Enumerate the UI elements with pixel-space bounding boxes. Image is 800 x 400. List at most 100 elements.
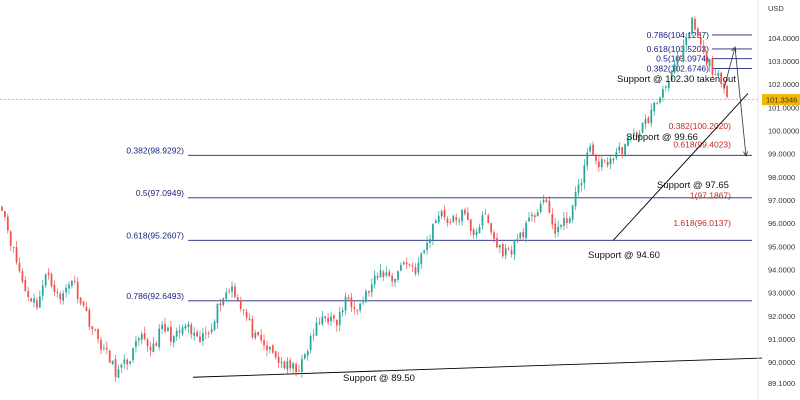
candle-body	[536, 212, 539, 217]
candle-body	[353, 307, 356, 310]
candle-body	[379, 270, 382, 278]
candle-body	[580, 183, 583, 186]
candle-body	[202, 333, 204, 342]
candle-body	[36, 300, 38, 308]
candle-body	[306, 351, 309, 356]
candle-body	[312, 334, 315, 336]
candle-body	[245, 311, 248, 318]
candle-body	[111, 360, 114, 365]
candle-body	[595, 155, 597, 161]
candle-body	[586, 152, 589, 166]
candle-body	[528, 217, 530, 222]
candle-body	[242, 310, 245, 311]
candle-body	[391, 275, 394, 282]
candle-body	[167, 327, 169, 332]
candle-body	[103, 348, 105, 350]
y-tick-label: 94.0000	[768, 266, 795, 275]
candle-body	[589, 146, 592, 152]
candle-body	[41, 285, 44, 296]
candle-body	[149, 346, 152, 351]
candle-body	[496, 238, 498, 248]
candle-body	[676, 57, 679, 65]
candle-body	[50, 274, 53, 287]
y-tick-label: 102.0000	[768, 80, 799, 89]
candle-body	[426, 242, 428, 251]
candle-body	[193, 332, 196, 336]
candle-body	[434, 220, 437, 224]
candle-body	[12, 246, 15, 248]
candle-body	[499, 245, 501, 248]
candle-body	[414, 267, 417, 274]
candle-body	[429, 239, 431, 243]
candle-body	[161, 324, 164, 329]
y-tick-label: 90.0000	[768, 358, 795, 367]
candle-body	[27, 290, 30, 298]
candle-body	[97, 329, 99, 340]
candle-body	[653, 102, 656, 112]
candle-body	[446, 218, 449, 224]
candle-body	[394, 278, 396, 283]
candle-body	[504, 248, 507, 256]
candle-body	[481, 214, 484, 226]
candle-body	[388, 271, 391, 277]
candle-body	[350, 297, 353, 308]
candle-body	[478, 226, 481, 234]
y-tick-label: 91.0000	[768, 335, 795, 344]
candle-body	[362, 302, 364, 304]
candle-body	[187, 324, 190, 328]
last-price-tag: 101.3346	[762, 94, 800, 106]
candle-body	[170, 326, 172, 342]
candle-body	[531, 214, 533, 217]
candle-body	[190, 324, 193, 335]
candle-body	[356, 310, 359, 312]
candle-body	[236, 297, 239, 300]
projection-arrow-path	[734, 47, 747, 157]
support-annotation: Support @ 99.66	[626, 132, 698, 143]
candle-body	[117, 369, 120, 378]
candle-body	[612, 158, 615, 161]
candle-body	[18, 263, 21, 272]
candle-body	[484, 213, 487, 215]
candle-body	[335, 319, 338, 326]
fib-level-label: 0.618(95.2607)	[126, 230, 184, 240]
candle-body	[65, 287, 67, 293]
candle-body	[38, 296, 41, 308]
y-tick-label: 98.0000	[768, 173, 795, 182]
candle-body	[560, 224, 562, 227]
candle-body	[222, 298, 225, 306]
candle-body	[295, 363, 297, 373]
candle-body	[79, 297, 82, 304]
candle-body	[53, 284, 56, 293]
candle-body	[143, 333, 146, 339]
candle-body	[239, 300, 242, 309]
candle-body	[705, 52, 708, 65]
candle-body	[542, 199, 545, 203]
y-tick-label: 89.1000	[768, 379, 795, 388]
candle-body	[56, 292, 59, 294]
candle-body	[6, 216, 9, 231]
candle-body	[694, 18, 696, 30]
candle-body	[697, 28, 699, 36]
candle-body	[449, 222, 452, 223]
candle-body	[213, 321, 216, 330]
candle-body	[711, 58, 714, 75]
candle-body	[15, 247, 18, 263]
candle-body	[554, 223, 557, 234]
chart: 0.382(98.9292) 0.5(97.0949) 0.618(95.2607)…	[0, 0, 800, 400]
candle-body	[592, 144, 594, 155]
candle-body	[283, 361, 286, 369]
support-annotation: Support @ 102.30 taken out	[617, 74, 736, 85]
candle-body	[365, 291, 367, 302]
candle-body	[303, 354, 306, 359]
candle-body	[458, 220, 461, 222]
fib-extension-label: 1(97.1867)	[690, 191, 731, 201]
candle-body	[94, 329, 97, 330]
candle-body	[513, 239, 516, 255]
candle-body	[691, 17, 693, 35]
price-axis: 89.1000 90.0000 91.0000 92.0000 93.0000 94.00…	[768, 34, 799, 388]
candle-body	[257, 331, 260, 336]
candle-body	[437, 215, 440, 223]
candle-body	[726, 86, 728, 97]
candle-body	[85, 307, 88, 311]
candle-body	[600, 159, 603, 168]
